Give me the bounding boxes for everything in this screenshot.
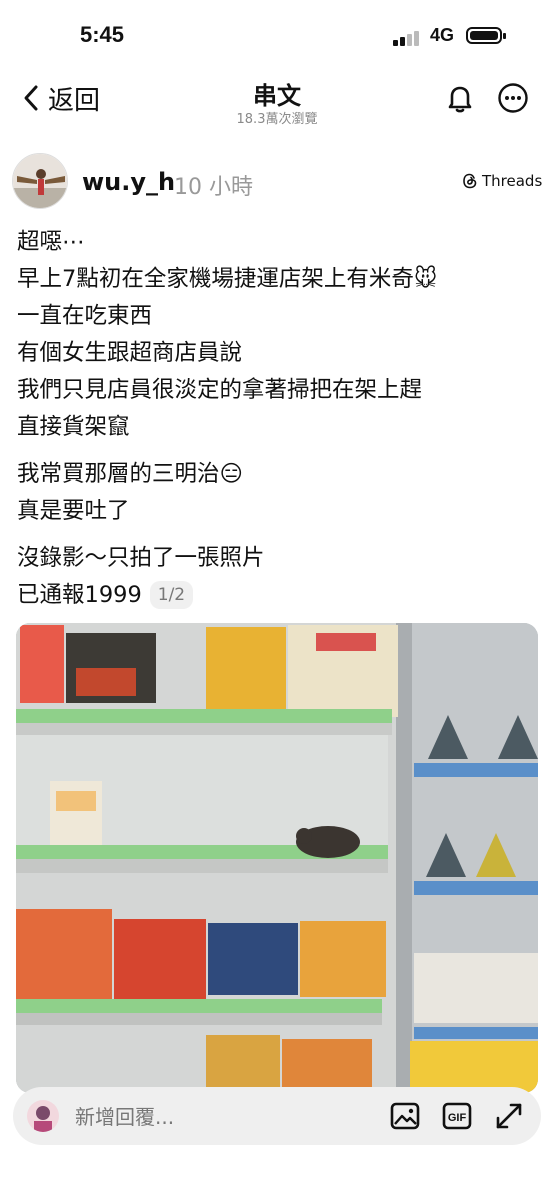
post-line: 一直在吃東西	[17, 303, 153, 329]
more-icon[interactable]	[497, 82, 529, 114]
post-line-text: 已通報1999	[17, 582, 142, 608]
battery-icon	[466, 27, 506, 44]
battery-level	[470, 31, 498, 40]
reply-input[interactable]	[73, 1097, 337, 1137]
post-photo[interactable]	[16, 623, 538, 1093]
media-counter: 1/2	[149, 581, 194, 609]
status-time: 5:45	[80, 22, 125, 47]
post-line: 我們只見店員很淡定的拿著掃把在架上趕	[17, 377, 423, 403]
store-shelf-photo	[16, 623, 538, 1093]
network-type: 4G	[430, 25, 455, 45]
author-avatar[interactable]	[12, 153, 68, 209]
cellular-signal-icon	[393, 30, 423, 46]
post-line: 真是要吐了	[17, 498, 130, 524]
my-avatar	[27, 1100, 59, 1132]
nav-header: 返回 串文 18.3萬次瀏覽	[0, 70, 554, 140]
threads-logo-icon	[463, 173, 477, 189]
post-line: 超噁⋯	[17, 229, 85, 255]
svg-text:GIF: GIF	[448, 1112, 467, 1124]
bell-icon[interactable]	[444, 82, 476, 114]
expand-icon[interactable]	[493, 1100, 525, 1132]
threads-badge[interactable]: Threads	[462, 172, 542, 190]
status-bar: 5:45 4G	[0, 0, 554, 70]
post-line: 沒錄影～只拍了一張照片	[17, 545, 265, 571]
post-line: 有個女生跟超商店員說	[17, 340, 243, 366]
post-line: 我常買那層的三明治😑	[17, 461, 243, 487]
post-line-last: 已通報1999 1/2	[17, 577, 537, 614]
threads-label: Threads	[482, 172, 543, 190]
reply-bar: GIF	[13, 1087, 541, 1145]
post-line: 直接貨架竄	[17, 414, 130, 440]
post-time: 10 小時	[174, 175, 253, 200]
image-icon[interactable]	[389, 1100, 421, 1132]
gif-icon[interactable]: GIF	[441, 1100, 473, 1132]
post-body: 超噁⋯ 早上7點初在全家機場捷運店架上有米奇🐭 一直在吃東西 有個女生跟超商店員…	[17, 224, 537, 614]
author-username[interactable]: wu.y_h	[82, 168, 175, 196]
post-line: 早上7點初在全家機場捷運店架上有米奇🐭	[17, 266, 438, 292]
